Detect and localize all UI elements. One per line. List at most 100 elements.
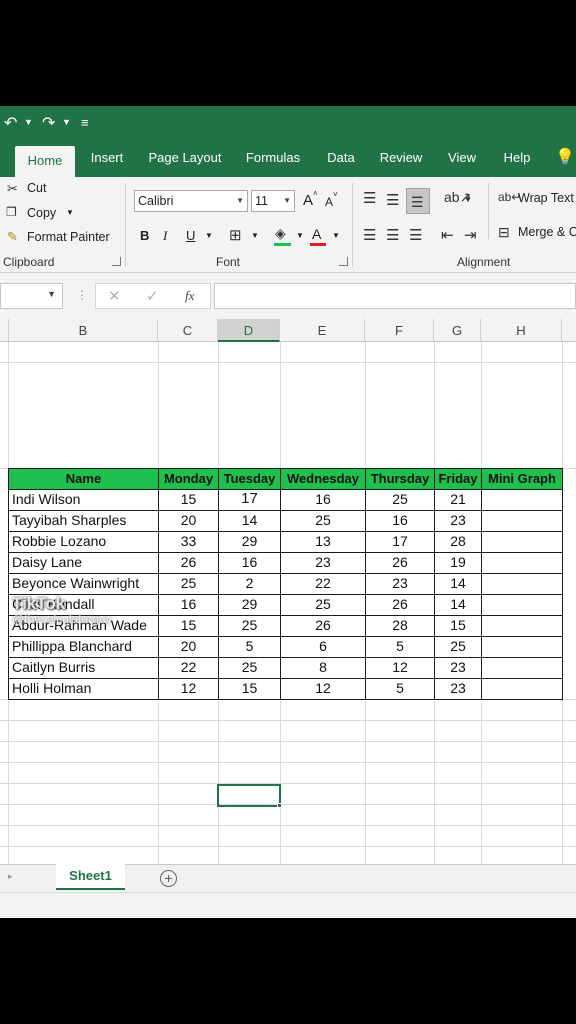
- fill-handle[interactable]: [277, 803, 282, 808]
- fill-color-dropdown-icon[interactable]: ▼: [296, 231, 304, 240]
- name-box[interactable]: ▼: [0, 283, 63, 309]
- table-cell[interactable]: 25: [366, 489, 434, 510]
- table-cell[interactable]: 25: [219, 657, 280, 678]
- table-cell-name[interactable]: Holli Holman: [12, 678, 156, 699]
- mini-graph-cell[interactable]: [482, 678, 562, 699]
- wrap-text-button[interactable]: Wrap Text: [518, 191, 574, 205]
- table-cell-name[interactable]: Tayyibah Sharples: [12, 510, 156, 531]
- table-cell-name[interactable]: Beyonce Wainwright: [12, 573, 156, 594]
- tab-review[interactable]: Review: [373, 141, 429, 177]
- chevron-down-icon[interactable]: ▼: [47, 289, 56, 299]
- table-cell-name[interactable]: Phillippa Blanchard: [12, 636, 156, 657]
- table-cell[interactable]: 16: [159, 594, 218, 615]
- table-cell[interactable]: 12: [366, 657, 434, 678]
- font-size-box[interactable]: 11 ▼: [251, 190, 295, 212]
- table-header-name[interactable]: Name: [9, 468, 158, 489]
- font-color-icon[interactable]: A: [312, 226, 321, 242]
- merge-icon[interactable]: ⊟: [498, 224, 510, 241]
- fill-color-icon[interactable]: ◈: [275, 225, 286, 242]
- tab-formulas[interactable]: Formulas: [238, 141, 308, 177]
- chevron-down-icon[interactable]: ▼: [283, 191, 291, 211]
- mini-graph-cell[interactable]: [482, 552, 562, 573]
- table-cell[interactable]: 25: [281, 510, 365, 531]
- font-color-dropdown-icon[interactable]: ▼: [332, 231, 340, 240]
- grow-font-button[interactable]: A: [303, 192, 313, 209]
- table-cell[interactable]: 33: [159, 531, 218, 552]
- table-cell[interactable]: 5: [366, 636, 434, 657]
- table-cell[interactable]: 15: [219, 678, 280, 699]
- tab-page-layout[interactable]: Page Layout: [143, 141, 227, 177]
- mini-graph-cell[interactable]: [482, 594, 562, 615]
- mini-graph-cell[interactable]: [482, 573, 562, 594]
- merge-center-button[interactable]: Merge & C: [518, 225, 576, 239]
- table-cell-name[interactable]: Caitlyn Burris: [12, 657, 156, 678]
- table-cell[interactable]: 15: [159, 615, 218, 636]
- formula-bar-grip-icon[interactable]: ⋮: [76, 288, 88, 302]
- table-cell[interactable]: 23: [435, 657, 481, 678]
- font-launcher-icon[interactable]: [339, 257, 348, 266]
- table-cell[interactable]: 26: [366, 594, 434, 615]
- table-cell[interactable]: 23: [281, 552, 365, 573]
- table-cell-name[interactable]: Robbie Lozano: [12, 531, 156, 552]
- increase-indent-icon[interactable]: ⇥: [464, 226, 477, 244]
- table-cell[interactable]: 19: [435, 552, 481, 573]
- copy-button[interactable]: Copy: [27, 206, 56, 220]
- table-cell[interactable]: 5: [219, 636, 280, 657]
- shrink-font-button[interactable]: A: [325, 195, 333, 209]
- redo-dropdown-icon[interactable]: ▼: [62, 117, 71, 127]
- table-cell[interactable]: 20: [159, 510, 218, 531]
- cut-button[interactable]: Cut: [27, 181, 46, 195]
- table-cell[interactable]: 2: [219, 573, 280, 594]
- table-cell[interactable]: 14: [219, 510, 280, 531]
- table-cell[interactable]: 17: [219, 488, 280, 509]
- table-cell[interactable]: 12: [159, 678, 218, 699]
- formula-input[interactable]: [214, 283, 576, 309]
- copy-dropdown-icon[interactable]: ▼: [66, 208, 74, 217]
- undo-dropdown-icon[interactable]: ▼: [24, 117, 33, 127]
- table-cell[interactable]: 25: [435, 636, 481, 657]
- column-header-f[interactable]: F: [365, 319, 434, 342]
- bottom-align-button[interactable]: ☰: [406, 188, 430, 214]
- mini-graph-cell[interactable]: [482, 636, 562, 657]
- borders-icon[interactable]: ⊞: [229, 226, 242, 244]
- table-cell[interactable]: 29: [219, 594, 280, 615]
- mini-graph-cell[interactable]: [482, 615, 562, 636]
- tab-data[interactable]: Data: [319, 141, 363, 177]
- table-cell[interactable]: 26: [366, 552, 434, 573]
- table-cell[interactable]: 14: [435, 573, 481, 594]
- table-header-mini-graph[interactable]: Mini Graph: [482, 468, 562, 489]
- mini-graph-cell[interactable]: [482, 531, 562, 552]
- align-center-icon[interactable]: ☰: [386, 226, 399, 244]
- scroll-tabs-left-icon[interactable]: ▸: [8, 871, 13, 882]
- table-cell[interactable]: 12: [281, 678, 365, 699]
- font-name-box[interactable]: Calibri ▼: [134, 190, 248, 212]
- decrease-indent-icon[interactable]: ⇤: [441, 226, 454, 244]
- align-right-icon[interactable]: ☰: [409, 226, 422, 244]
- orientation-dropdown-icon[interactable]: ▼: [464, 195, 472, 204]
- table-cell[interactable]: 23: [435, 678, 481, 699]
- mini-graph-cell[interactable]: [482, 489, 562, 510]
- table-cell[interactable]: 20: [159, 636, 218, 657]
- table-cell[interactable]: 23: [435, 510, 481, 531]
- tab-insert[interactable]: Insert: [82, 141, 132, 177]
- table-cell[interactable]: 25: [219, 615, 280, 636]
- top-align-icon[interactable]: ☰: [363, 189, 376, 207]
- table-cell[interactable]: 16: [281, 489, 365, 510]
- redo-icon[interactable]: ↷: [42, 113, 55, 133]
- table-cell[interactable]: 6: [281, 636, 365, 657]
- mini-graph-cell[interactable]: [482, 510, 562, 531]
- column-header-d[interactable]: D: [218, 319, 280, 342]
- sheet-tab-sheet1[interactable]: Sheet1: [56, 864, 125, 890]
- table-cell-name[interactable]: Daisy Lane: [12, 552, 156, 573]
- clipboard-launcher-icon[interactable]: [112, 257, 121, 266]
- middle-align-icon[interactable]: ☰: [386, 191, 399, 209]
- tab-home[interactable]: Home: [15, 146, 75, 177]
- table-cell[interactable]: 16: [219, 552, 280, 573]
- column-header-c[interactable]: C: [158, 319, 218, 342]
- table-cell[interactable]: 21: [435, 489, 481, 510]
- table-cell[interactable]: 17: [366, 531, 434, 552]
- undo-icon[interactable]: ↶: [4, 113, 17, 133]
- borders-dropdown-icon[interactable]: ▼: [251, 231, 259, 240]
- table-cell[interactable]: 23: [366, 573, 434, 594]
- align-left-icon[interactable]: ☰: [363, 226, 376, 244]
